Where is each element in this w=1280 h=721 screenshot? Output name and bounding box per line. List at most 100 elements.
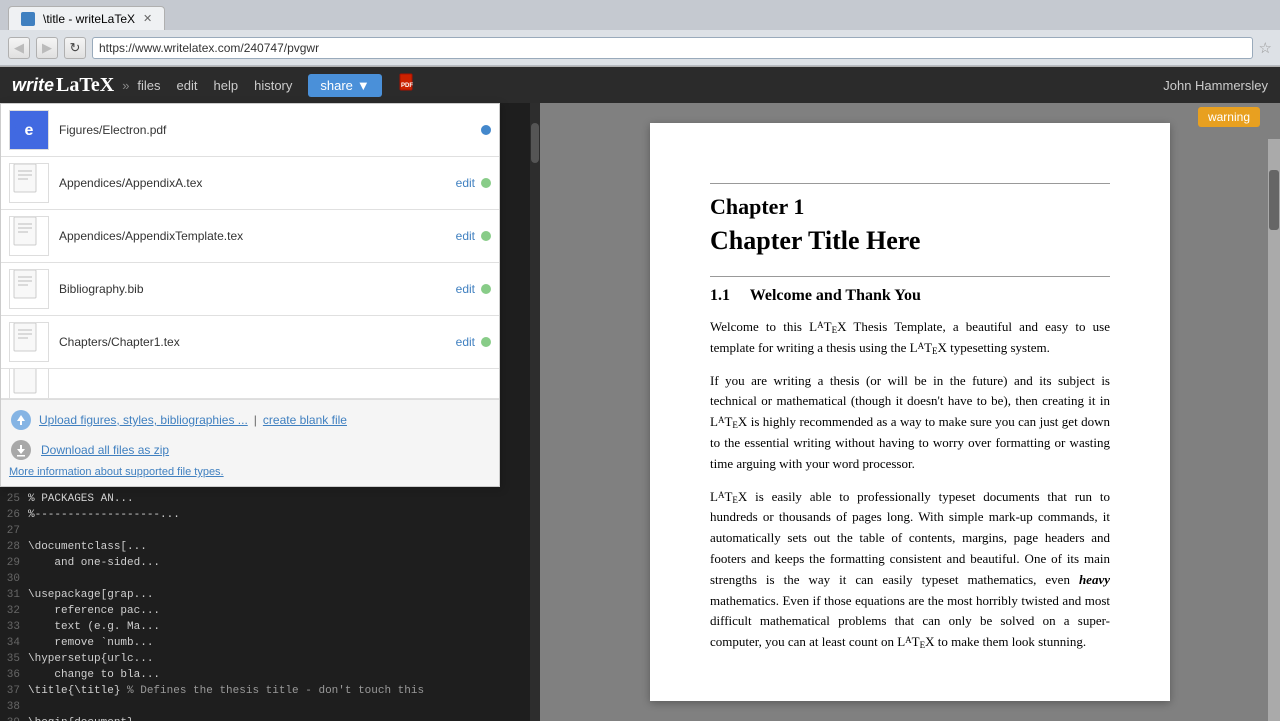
status-indicator [481, 125, 491, 135]
tex-file-icon [12, 216, 46, 256]
list-item[interactable]: Chapters/Chapter1.tex edit [1, 316, 499, 369]
list-item[interactable]: e Figures/Electron.pdf [1, 104, 499, 157]
file-actions: edit [456, 229, 491, 243]
list-item[interactable]: Appendices/AppendixA.tex edit [1, 157, 499, 210]
list-item[interactable] [1, 369, 499, 399]
edit-file-link[interactable]: edit [456, 176, 475, 190]
list-item[interactable]: Bibliography.bib edit [1, 263, 499, 316]
code-line: 34 remove `numb... [0, 635, 540, 651]
app-nav: files edit help history share ▼ PDF [137, 73, 417, 98]
chapter-number: Chapter 1 [710, 194, 1110, 220]
file-icon [9, 322, 49, 362]
file-panel-bottom: Upload figures, styles, bibliographies .… [1, 399, 499, 486]
section-title: 1.1 Welcome and Thank You [710, 287, 1110, 305]
code-line: 30 [0, 571, 540, 587]
file-actions: edit [456, 176, 491, 190]
nav-help[interactable]: help [214, 78, 239, 93]
file-actions: edit [456, 335, 491, 349]
tab-favicon [21, 12, 35, 26]
pdf-scrollbar-thumb [1269, 170, 1279, 230]
page-divider-2 [710, 276, 1110, 277]
tab-title: \title - writeLaTeX [43, 12, 135, 26]
code-line: 37\title{\title} % Defines the thesis ti… [0, 683, 540, 699]
code-line: 27 [0, 523, 540, 539]
app-logo: writeLaTeX [12, 74, 114, 97]
warning-button[interactable]: warning [1198, 107, 1260, 127]
nav-history[interactable]: history [254, 78, 292, 93]
logo-write: write [12, 75, 54, 96]
refresh-button[interactable]: ↻ [64, 37, 86, 59]
file-name: Appendices/AppendixA.tex [59, 176, 446, 190]
info-link[interactable]: More information about supported file ty… [9, 466, 491, 478]
upload-link[interactable]: Upload figures, styles, bibliographies .… [39, 413, 248, 427]
code-line: 33 text (e.g. Ma... [0, 619, 540, 635]
bib-file-icon [12, 269, 46, 309]
page-divider [710, 183, 1110, 184]
svg-text:e: e [25, 122, 34, 139]
edit-file-link[interactable]: edit [456, 282, 475, 296]
editor-scrollbar[interactable] [530, 103, 540, 721]
code-line: 36 change to bla... [0, 667, 540, 683]
main-area: 1%%%%%%%%%%%%%%%%%%%%% 2% Thesis 3% LaTe… [0, 103, 1280, 721]
browser-tab[interactable]: \title - writeLaTeX ✕ [8, 6, 165, 30]
forward-button[interactable]: ▶ [36, 37, 58, 59]
browser-chrome: \title - writeLaTeX ✕ ◀ ▶ ↻ ☆ [0, 0, 1280, 67]
body-paragraph-3: LATEX is easily able to professionally t… [710, 487, 1110, 653]
pdf-viewer: warning Chapter 1 Chapter Title Here 1.1… [540, 103, 1280, 721]
body-paragraph-2: If you are writing a thesis (or will be … [710, 371, 1110, 475]
file-name: Chapters/Chapter1.tex [59, 335, 446, 349]
file-icon [9, 369, 49, 399]
tex-file-icon [12, 163, 46, 203]
code-line: 39\begin{document} [0, 715, 540, 721]
editor-scrollbar-thumb [531, 123, 539, 163]
code-line: 25% PACKAGES AN... [0, 491, 540, 507]
chapter-title: Chapter Title Here [710, 226, 1110, 256]
bookmark-icon[interactable]: ☆ [1259, 39, 1272, 57]
file-name: Appendices/AppendixTemplate.tex [59, 229, 446, 243]
body-paragraph-1: Welcome to this LATEX Thesis Template, a… [710, 317, 1110, 359]
file-name: Bibliography.bib [59, 282, 446, 296]
logo-latex: LaTeX [56, 74, 114, 97]
svg-text:PDF: PDF [401, 83, 413, 89]
back-button[interactable]: ◀ [8, 37, 30, 59]
file-panel: e Figures/Electron.pdf [0, 103, 500, 487]
tab-close-button[interactable]: ✕ [143, 12, 152, 25]
file-actions [481, 125, 491, 135]
edit-file-link[interactable]: edit [456, 335, 475, 349]
file-icon: e [9, 110, 49, 150]
url-input[interactable] [92, 37, 1253, 59]
status-indicator [481, 337, 491, 347]
status-indicator [481, 178, 491, 188]
upload-section: Upload figures, styles, bibliographies .… [9, 408, 491, 432]
code-line: 28\documentclass[... [0, 539, 540, 555]
nav-files[interactable]: files [137, 78, 160, 93]
section-number: 1.1 [710, 287, 730, 304]
pdf-scrollbar[interactable] [1268, 139, 1280, 721]
upload-icon [9, 408, 33, 432]
file-list: e Figures/Electron.pdf [1, 104, 499, 399]
pdf-button[interactable]: PDF [398, 73, 418, 98]
tex-file-icon [12, 369, 46, 399]
status-indicator [481, 284, 491, 294]
file-name: Figures/Electron.pdf [59, 123, 471, 137]
share-icon: ▼ [357, 78, 370, 93]
nav-edit[interactable]: edit [177, 78, 198, 93]
file-icon [9, 163, 49, 203]
warning-area: warning [1198, 107, 1260, 127]
create-blank-link[interactable]: create blank file [263, 413, 347, 427]
list-item[interactable]: Appendices/AppendixTemplate.tex edit [1, 210, 499, 263]
app-header: writeLaTeX » files edit help history sha… [0, 67, 1280, 103]
tex-file-icon [12, 322, 46, 362]
pdf-page: Chapter 1 Chapter Title Here 1.1 Welcome… [650, 123, 1170, 701]
download-icon [9, 438, 33, 462]
edit-file-link[interactable]: edit [456, 229, 475, 243]
download-link[interactable]: Download all files as zip [41, 443, 169, 457]
logo-arrow: » [122, 78, 129, 93]
share-button[interactable]: share ▼ [308, 74, 381, 97]
code-line: 26%-------------------... [0, 507, 540, 523]
electron-icon: e [11, 112, 47, 148]
tab-bar: \title - writeLaTeX ✕ [0, 0, 1280, 30]
file-actions: edit [456, 282, 491, 296]
section-title-text: Welcome and Thank You [750, 287, 921, 304]
code-line: 38 [0, 699, 540, 715]
